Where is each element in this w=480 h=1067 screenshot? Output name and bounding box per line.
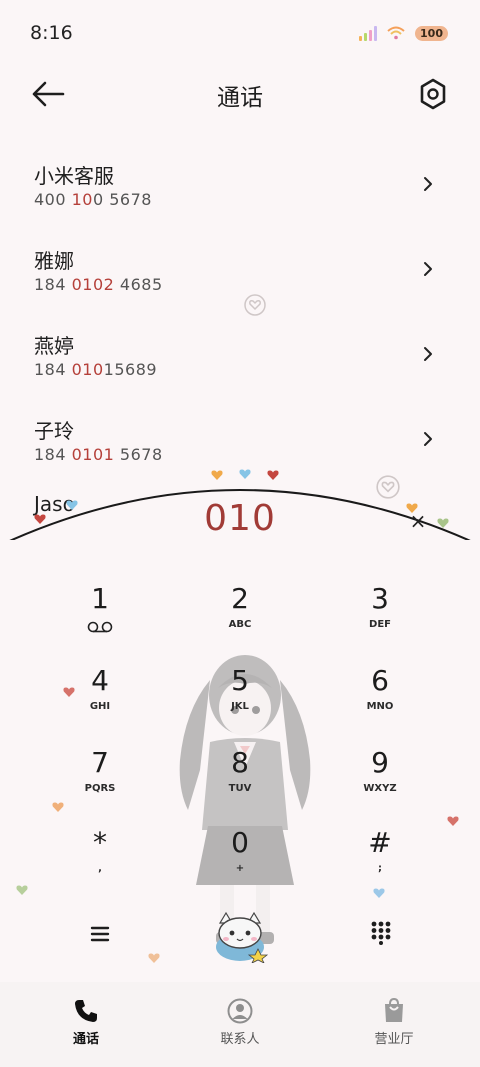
heart-decoration xyxy=(373,888,385,898)
key-1[interactable]: 1 xyxy=(40,581,160,651)
tab-service-hall[interactable]: 营业厅 xyxy=(314,982,474,1067)
tab-contacts[interactable]: 联系人 xyxy=(160,982,320,1067)
chevron-right-icon xyxy=(424,347,432,361)
contact-name: 雅娜 xyxy=(34,249,74,273)
dialer-action-row xyxy=(0,905,480,965)
key-letters: DEF xyxy=(369,619,391,630)
key-digit: 3 xyxy=(371,582,389,615)
key-digit: 5 xyxy=(231,664,249,697)
key-digit: * xyxy=(93,826,107,859)
tab-calls[interactable]: 通话 xyxy=(6,982,166,1067)
key-2[interactable]: 2 ABC xyxy=(180,581,300,651)
contact-row[interactable]: 雅娜 184 0102 4685 xyxy=(0,225,480,305)
status-time: 8:16 xyxy=(30,22,73,44)
heart-decoration xyxy=(239,469,251,479)
key-digit: 9 xyxy=(371,746,389,779)
swirl-heart-decoration xyxy=(244,294,266,316)
key-digit: 4 xyxy=(91,664,109,697)
tab-label: 通话 xyxy=(72,1032,99,1047)
contact-number: 184 01015689 xyxy=(34,360,158,379)
chevron-right-icon xyxy=(424,432,432,446)
chevron-right-icon xyxy=(424,177,432,191)
key-digit: # xyxy=(368,826,392,859)
key-3[interactable]: 3 DEF xyxy=(320,581,440,651)
key-letters: MNO xyxy=(366,701,394,712)
key-letters: TUV xyxy=(228,783,252,794)
key-4[interactable]: 4 GHI xyxy=(40,663,160,733)
page-title: 通话 xyxy=(217,85,263,111)
heart-decoration xyxy=(267,470,279,480)
call-cat-button[interactable] xyxy=(210,909,270,963)
key-letters: ABC xyxy=(228,619,252,630)
person-icon xyxy=(227,998,253,1024)
key-hash[interactable]: # ; xyxy=(320,825,440,895)
status-bar: 8:16 100 xyxy=(0,0,480,66)
key-5[interactable]: 5 JKL xyxy=(180,663,300,733)
bottom-navigation: 通话 联系人 营业厅 xyxy=(0,982,480,1067)
chevron-right-icon xyxy=(424,262,432,276)
key-letters: , xyxy=(98,863,102,874)
key-6[interactable]: 6 MNO xyxy=(320,663,440,733)
key-0[interactable]: 0 + xyxy=(180,825,300,895)
battery-indicator: 100 xyxy=(415,25,448,41)
contact-row[interactable]: 小米客服 400 100 5678 xyxy=(0,140,480,220)
voicemail-icon xyxy=(87,621,113,633)
key-digit: 6 xyxy=(371,664,389,697)
shopping-bag-icon xyxy=(385,998,403,1022)
key-9[interactable]: 9 WXYZ xyxy=(320,745,440,815)
key-letters: ; xyxy=(378,863,382,874)
heart-decoration xyxy=(447,816,459,826)
contact-name: 小米客服 xyxy=(34,164,114,188)
menu-icon[interactable] xyxy=(86,919,114,949)
dialpad-grid-icon[interactable] xyxy=(369,919,393,945)
contact-name: 燕婷 xyxy=(34,334,74,358)
contact-number: 184 0102 4685 xyxy=(34,275,163,294)
phone-icon xyxy=(75,1000,97,1022)
status-icons: 100 xyxy=(359,25,448,41)
key-letters: PQRS xyxy=(84,783,116,794)
wifi-icon xyxy=(387,26,405,40)
tab-label: 营业厅 xyxy=(374,1032,414,1047)
key-letters: WXYZ xyxy=(363,783,397,794)
settings-hexagon-icon[interactable] xyxy=(416,76,450,112)
contact-number: 400 100 5678 xyxy=(34,190,152,209)
heart-decoration xyxy=(16,885,28,895)
key-star[interactable]: * , xyxy=(40,825,160,895)
key-digit: 1 xyxy=(91,582,109,615)
key-digit: 8 xyxy=(231,746,249,779)
key-letters: JKL xyxy=(231,701,249,712)
header: 通话 xyxy=(0,66,480,124)
key-digit: 2 xyxy=(231,582,249,615)
key-digit: 7 xyxy=(91,746,109,779)
signal-icon xyxy=(359,25,378,41)
contact-row[interactable]: 燕婷 184 01015689 xyxy=(0,310,480,390)
key-digit: 0 xyxy=(231,826,249,859)
contact-name: 子玲 xyxy=(34,419,74,443)
tab-label: 联系人 xyxy=(220,1032,260,1047)
key-letters: + xyxy=(235,863,245,874)
clear-input-button[interactable]: × xyxy=(407,510,429,532)
key-8[interactable]: 8 TUV xyxy=(180,745,300,815)
heart-decoration xyxy=(63,687,75,697)
heart-decoration xyxy=(52,802,64,812)
heart-decoration xyxy=(211,470,223,480)
key-letters: GHI xyxy=(89,701,111,712)
